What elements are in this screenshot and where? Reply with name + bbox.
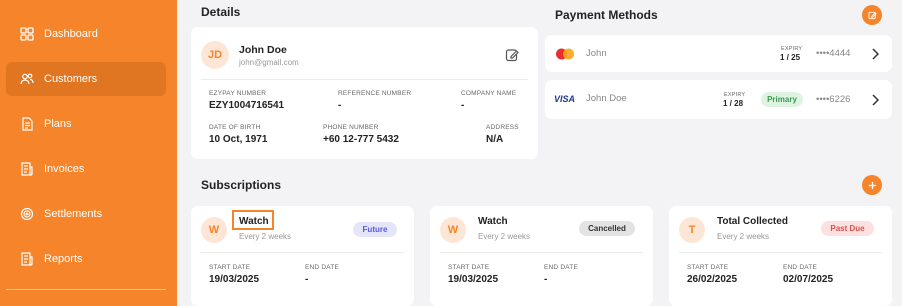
field-label: ADDRESS: [486, 124, 519, 131]
expiry-label: EXPIRY: [724, 92, 746, 98]
field-value: +60 12-777 5432: [323, 134, 399, 145]
start-date: 19/03/2025: [209, 274, 260, 285]
chevron-right-icon: [872, 48, 879, 60]
plans-icon: [22, 117, 33, 131]
subscription-divider: [440, 252, 643, 253]
field-label: EZYPAY NUMBER: [209, 90, 267, 97]
customer-name: John Doe: [239, 44, 287, 56]
visa-icon: VISA: [554, 94, 576, 104]
dashboard-icon: [20, 27, 34, 41]
details-divider: [201, 79, 528, 80]
start-date: 26/02/2025: [687, 274, 738, 285]
sidebar-item-label: Customers: [44, 73, 98, 85]
sidebar-item-plans[interactable]: Plans: [6, 107, 166, 141]
card-holder: John Doe: [586, 93, 627, 104]
edit-payment-button[interactable]: [862, 5, 882, 25]
details-title: Details: [201, 5, 241, 19]
subscription-card[interactable]: W Watch Every 2 weeks Cancelled START DA…: [430, 206, 653, 306]
subscription-name: Watch: [239, 216, 269, 227]
start-label: START DATE: [687, 264, 729, 271]
avatar: W: [201, 217, 227, 243]
sidebar-item-dashboard[interactable]: Dashboard: [6, 17, 166, 51]
subscription-divider: [679, 252, 882, 253]
avatar: JD: [201, 41, 229, 69]
expiry-label: EXPIRY: [781, 46, 803, 52]
sidebar-item-label: Settlements: [44, 208, 103, 220]
sidebar-item-settlements[interactable]: Settlements: [6, 197, 166, 231]
field-label: PHONE NUMBER: [323, 124, 379, 131]
edit-icon[interactable]: [505, 48, 519, 62]
chevron-right-icon: [872, 94, 879, 106]
reports-icon: [21, 252, 33, 266]
field-label: REFERENCE NUMBER: [338, 90, 412, 97]
field-value: 10 Oct, 1971: [209, 134, 268, 145]
payment-card-row[interactable]: VISA John Doe EXPIRY 1 / 28 Primary ••••…: [545, 80, 892, 119]
end-date: -: [544, 274, 548, 285]
start-label: START DATE: [209, 264, 251, 271]
sidebar-item-label: Invoices: [44, 163, 85, 175]
subscription-divider: [201, 252, 404, 253]
end-date: 02/07/2025: [783, 274, 834, 285]
field-label: DATE OF BIRTH: [209, 124, 261, 131]
subscription-name: Watch: [478, 216, 508, 227]
primary-badge: Primary: [761, 92, 803, 107]
sidebar-divider: [6, 289, 166, 290]
subscription-frequency: Every 2 weeks: [239, 232, 292, 241]
avatar: T: [679, 217, 705, 243]
field-label: COMPANY NAME: [461, 90, 517, 97]
end-label: END DATE: [305, 264, 339, 271]
sidebar-item-customers[interactable]: Customers: [6, 62, 166, 96]
sidebar: Dashboard Customers Plans Invoices Settl…: [0, 0, 177, 306]
mastercard-icon: [556, 48, 574, 60]
sidebar-item-invoices[interactable]: Invoices: [6, 152, 166, 186]
end-label: END DATE: [544, 264, 578, 271]
card-holder: John: [586, 48, 607, 59]
field-value: -: [338, 100, 342, 111]
end-label: END DATE: [783, 264, 817, 271]
start-label: START DATE: [448, 264, 490, 271]
subscription-frequency: Every 2 weeks: [717, 232, 770, 241]
details-card: JD John Doe john@gmail.com EZYPAY NUMBER…: [191, 27, 538, 159]
add-subscription-button[interactable]: [862, 175, 882, 195]
subscription-card[interactable]: T Total Collected Every 2 weeks Past Due…: [669, 206, 892, 306]
field-value: EZY1004716541: [209, 100, 285, 111]
card-expiry: 1 / 28: [723, 99, 744, 108]
field-value: -: [461, 100, 465, 111]
end-date: -: [305, 274, 309, 285]
subscription-frequency: Every 2 weeks: [478, 232, 531, 241]
subscription-name: Total Collected: [717, 216, 788, 227]
sidebar-item-label: Plans: [44, 118, 72, 130]
payment-methods-title: Payment Methods: [555, 8, 658, 22]
payment-card-row[interactable]: John EXPIRY 1 / 25 ••••4444: [545, 35, 892, 72]
sidebar-item-label: Reports: [44, 253, 83, 265]
users-icon: [20, 73, 34, 85]
subscriptions-title: Subscriptions: [201, 178, 282, 192]
card-number: ••••4444: [816, 48, 851, 59]
plus-icon: [868, 181, 876, 189]
customer-email: john@gmail.com: [239, 58, 299, 67]
avatar: W: [440, 217, 466, 243]
settlements-icon: [20, 207, 34, 221]
status-badge: Past Due: [821, 221, 874, 236]
subscription-card[interactable]: W Watch Every 2 weeks Future START DATE …: [191, 206, 414, 306]
status-badge: Cancelled: [579, 221, 635, 236]
start-date: 19/03/2025: [448, 274, 499, 285]
invoice-icon: [21, 162, 33, 176]
card-expiry: 1 / 25: [780, 53, 801, 62]
status-badge: Future: [353, 222, 397, 237]
sidebar-item-reports[interactable]: Reports: [6, 242, 166, 276]
field-value: N/A: [486, 134, 504, 145]
sidebar-item-label: Dashboard: [44, 28, 98, 40]
card-number: ••••6226: [816, 94, 851, 105]
edit-icon: [867, 11, 877, 19]
